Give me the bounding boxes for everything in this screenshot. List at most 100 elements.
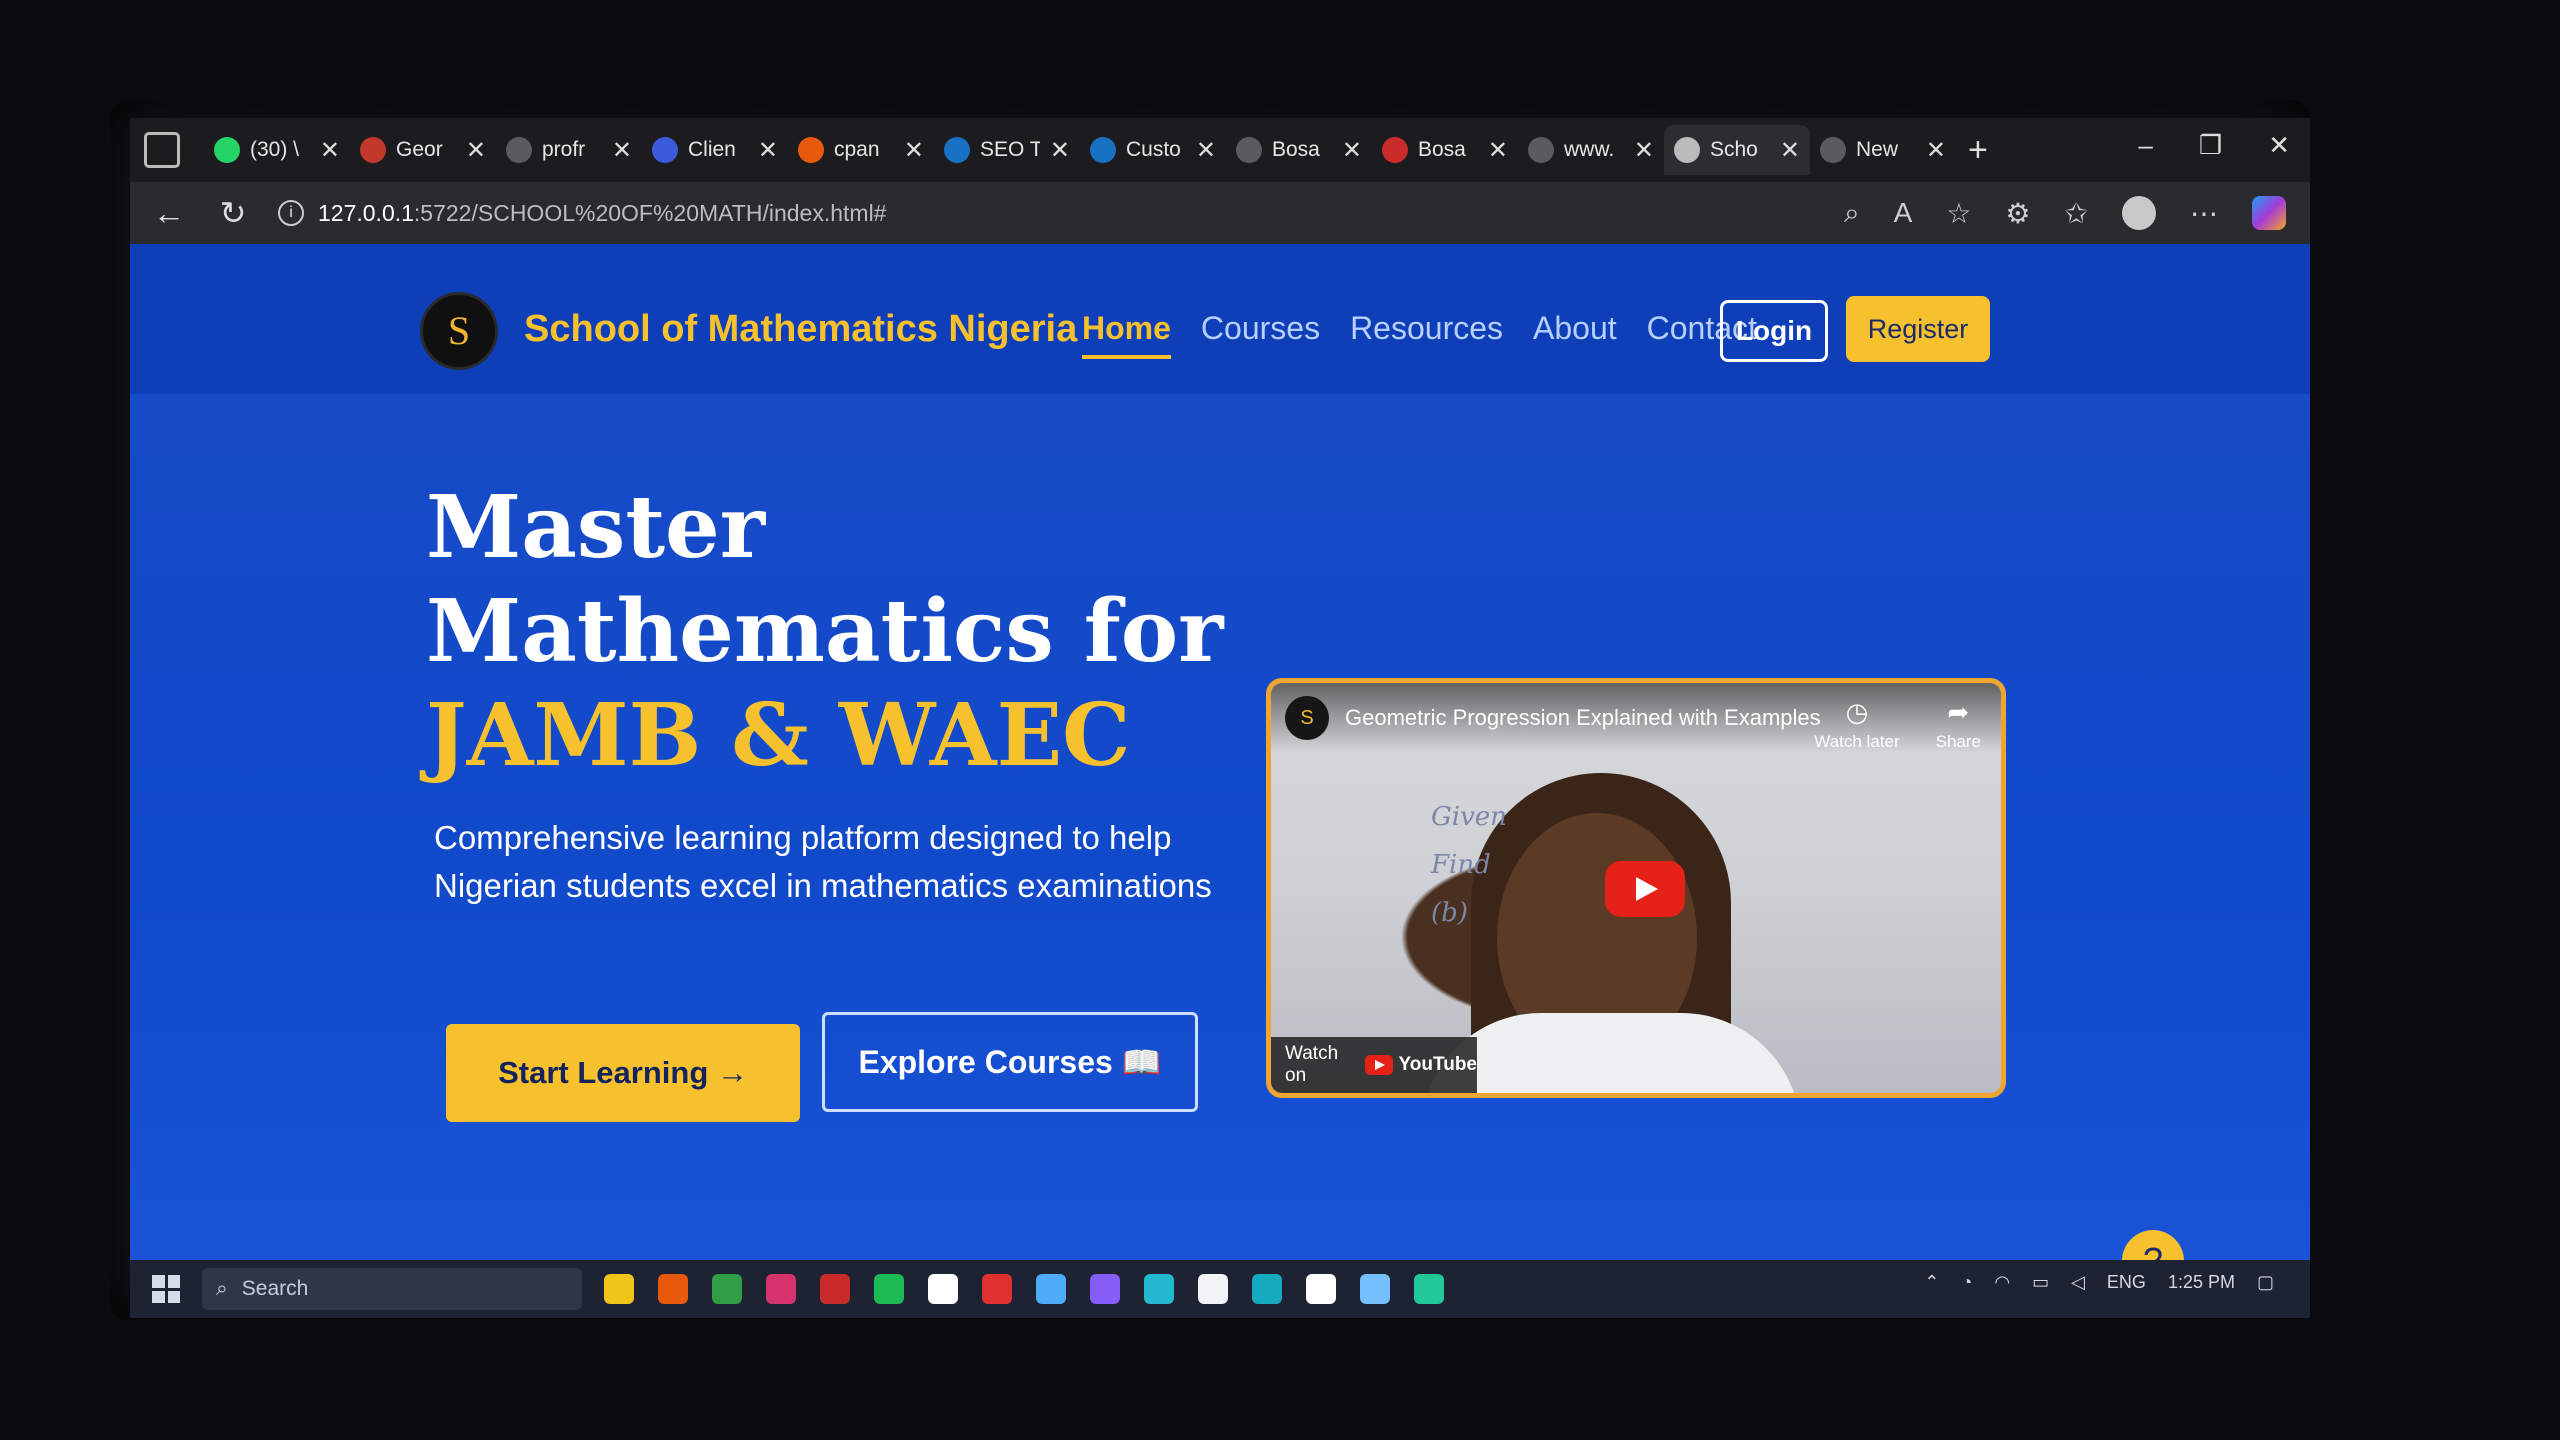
channel-avatar[interactable]: S xyxy=(1285,696,1329,740)
clock[interactable]: 1:25 PM xyxy=(2168,1272,2235,1293)
browser-tab[interactable]: www. ✕ xyxy=(1518,125,1664,175)
taskbar-app-icon[interactable] xyxy=(820,1274,850,1304)
nav-resources[interactable]: Resources xyxy=(1350,310,1503,359)
tab-close-icon[interactable]: ✕ xyxy=(1196,136,1216,165)
taskbar-app-icon[interactable] xyxy=(1360,1274,1390,1304)
browser-tab[interactable]: (30) \ ✕ xyxy=(204,125,350,175)
tab-close-icon[interactable]: ✕ xyxy=(466,136,486,165)
volume-icon[interactable]: ◁ xyxy=(2071,1272,2085,1293)
favorites-list-icon[interactable]: ✩ xyxy=(2065,197,2088,230)
tab-favicon xyxy=(944,137,970,163)
read-aloud-icon[interactable]: A xyxy=(1894,197,1913,229)
taskbar-app-icon[interactable] xyxy=(712,1274,742,1304)
start-learning-button[interactable]: Start Learning → xyxy=(446,1024,800,1122)
taskbar-app-icon[interactable] xyxy=(1414,1274,1444,1304)
browser-tab[interactable]: Geor ✕ xyxy=(350,125,496,175)
play-button[interactable] xyxy=(1605,861,1685,917)
site-info-icon[interactable]: i xyxy=(278,200,304,226)
browser-tab[interactable]: Custo ✕ xyxy=(1080,125,1226,175)
tab-close-icon[interactable]: ✕ xyxy=(1488,136,1508,165)
tab-close-icon[interactable]: ✕ xyxy=(612,136,632,165)
battery-icon[interactable]: ▭ xyxy=(2032,1272,2049,1293)
new-tab-button[interactable]: + xyxy=(1968,131,1988,170)
language-indicator[interactable]: ENG xyxy=(2107,1272,2146,1293)
browser-tab[interactable]: Bosa ✕ xyxy=(1226,125,1372,175)
share-button[interactable]: ➦ Share xyxy=(1936,697,1981,752)
register-button[interactable]: Register xyxy=(1846,296,1990,362)
browser-tab[interactable]: Clien ✕ xyxy=(642,125,788,175)
nav-about[interactable]: About xyxy=(1533,310,1617,359)
video-embed[interactable]: Given Find (b) S Geometric Progression E… xyxy=(1266,678,2006,1098)
site-navbar: S School of Mathematics Nigeria Home Cou… xyxy=(130,244,2310,394)
tab-favicon xyxy=(1820,137,1846,163)
taskbar-app-icon[interactable] xyxy=(1036,1274,1066,1304)
taskbar-search[interactable]: ⌕ Search xyxy=(202,1268,582,1310)
tab-close-icon[interactable]: ✕ xyxy=(1050,136,1070,165)
tray-chevron-icon[interactable]: ⌃ xyxy=(1924,1272,1939,1293)
zoom-icon[interactable]: ⌕ xyxy=(1844,197,1860,230)
tab-close-icon[interactable]: ✕ xyxy=(1926,136,1946,165)
url-host: 127.0.0.1 xyxy=(318,199,414,226)
copilot-icon[interactable] xyxy=(2252,196,2286,230)
site-brand[interactable]: School of Mathematics Nigeria xyxy=(524,308,1077,351)
taskbar-app-icon[interactable] xyxy=(766,1274,796,1304)
extensions-icon[interactable]: ⚙ xyxy=(2005,197,2030,230)
browser-tab[interactable]: Bosa ✕ xyxy=(1372,125,1518,175)
taskbar-app-icon[interactable] xyxy=(1090,1274,1120,1304)
nav-courses[interactable]: Courses xyxy=(1201,310,1320,359)
refresh-icon[interactable]: ↻ xyxy=(214,194,252,232)
browser-tab[interactable]: SEO T ✕ xyxy=(934,125,1080,175)
watch-on-youtube[interactable]: Watch on YouTube xyxy=(1271,1037,1477,1093)
profile-avatar[interactable] xyxy=(2122,196,2156,230)
windows-start-icon[interactable] xyxy=(152,1275,180,1303)
taskbar-app-icon[interactable] xyxy=(1144,1274,1174,1304)
taskbar-search-placeholder: Search xyxy=(241,1277,309,1300)
site-logo[interactable]: S xyxy=(420,292,498,370)
restore-icon[interactable]: ❐ xyxy=(2199,130,2222,161)
tab-list: (30) \ ✕ Geor ✕ profr ✕ Clien ✕ cpan ✕ SEO T ✕ Custo… xyxy=(204,125,1956,175)
video-whiteboard-text: Given Find (b) xyxy=(1431,802,1507,928)
browser-tab[interactable]: profr ✕ xyxy=(496,125,642,175)
tab-favicon xyxy=(506,137,532,163)
tab-title: Geor xyxy=(396,138,443,161)
tab-close-icon[interactable]: ✕ xyxy=(904,136,924,165)
taskbar-app-icon[interactable] xyxy=(604,1274,634,1304)
network-icon[interactable]: ◔ xyxy=(1961,1272,1972,1293)
video-title[interactable]: Geometric Progression Explained with Exa… xyxy=(1345,705,1821,731)
login-button[interactable]: Login xyxy=(1720,300,1828,362)
browser-tab[interactable]: Scho ✕ xyxy=(1664,125,1810,175)
tab-actions-icon[interactable] xyxy=(144,132,180,168)
notifications-icon[interactable]: ▢ xyxy=(2257,1272,2274,1293)
watch-later-button[interactable]: ◷ Watch later xyxy=(1814,697,1899,752)
url-field[interactable]: i 127.0.0.1:5722/SCHOOL%20OF%20MATH/inde… xyxy=(278,200,1818,227)
taskbar-apps xyxy=(604,1274,1444,1304)
browser-tab-strip: (30) \ ✕ Geor ✕ profr ✕ Clien ✕ cpan ✕ SEO T ✕ Custo… xyxy=(130,118,2310,182)
tab-title: profr xyxy=(542,138,586,161)
nav-home[interactable]: Home xyxy=(1082,310,1171,359)
tab-close-icon[interactable]: ✕ xyxy=(1342,136,1362,165)
tab-favicon xyxy=(1528,137,1554,163)
clock-icon: ◷ xyxy=(1845,697,1869,727)
taskbar-app-icon[interactable] xyxy=(658,1274,688,1304)
tab-close-icon[interactable]: ✕ xyxy=(1634,136,1654,165)
back-icon[interactable]: ← xyxy=(150,195,188,232)
taskbar-app-icon[interactable] xyxy=(1252,1274,1282,1304)
explore-courses-button[interactable]: Explore Courses 📖 xyxy=(822,1012,1198,1112)
browser-tab[interactable]: New ✕ xyxy=(1810,125,1956,175)
taskbar-app-icon[interactable] xyxy=(982,1274,1012,1304)
tab-close-icon[interactable]: ✕ xyxy=(1780,136,1800,165)
tab-favicon xyxy=(360,137,386,163)
wifi-icon[interactable]: ◠ xyxy=(1994,1272,2010,1293)
tab-close-icon[interactable]: ✕ xyxy=(320,136,340,165)
tab-close-icon[interactable]: ✕ xyxy=(758,136,778,165)
more-icon[interactable]: ⋯ xyxy=(2190,197,2218,230)
browser-tab[interactable]: cpan ✕ xyxy=(788,125,934,175)
close-window-icon[interactable]: ✕ xyxy=(2268,130,2290,161)
help-button[interactable]: ? xyxy=(2122,1230,2184,1260)
taskbar-app-icon[interactable] xyxy=(1198,1274,1228,1304)
minimize-icon[interactable]: – xyxy=(2138,130,2152,161)
taskbar-app-icon[interactable] xyxy=(1306,1274,1336,1304)
taskbar-app-icon[interactable] xyxy=(928,1274,958,1304)
favorite-icon[interactable]: ☆ xyxy=(1946,197,1971,230)
taskbar-app-icon[interactable] xyxy=(874,1274,904,1304)
